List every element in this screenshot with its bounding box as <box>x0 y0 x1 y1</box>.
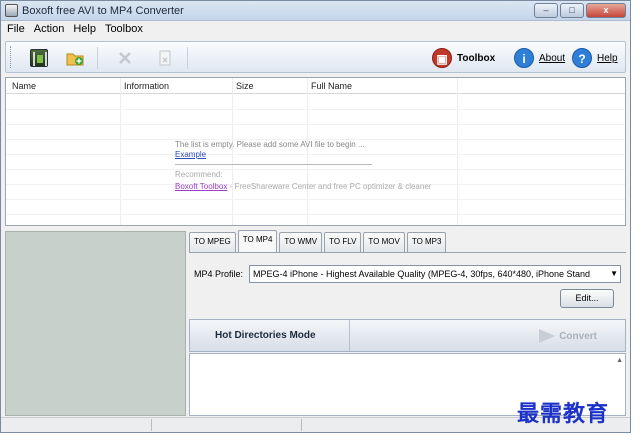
convert-button[interactable]: Convert <box>539 329 597 343</box>
tab-panel-border <box>189 252 626 253</box>
minimize-button[interactable]: – <box>534 3 558 18</box>
remove-icon[interactable] <box>116 49 134 67</box>
convert-arrow-icon <box>539 329 556 343</box>
recommend-text: - FreeShareware Center and free PC optim… <box>229 182 432 191</box>
column-information[interactable]: Information <box>124 81 169 91</box>
example-link[interactable]: Example <box>175 150 206 159</box>
window-controls: – □ x <box>532 3 626 18</box>
status-separator <box>301 419 302 431</box>
recommend-line: Boxoft Toolbox - FreeShareware Center an… <box>175 182 431 191</box>
toolbar-separator <box>187 47 188 69</box>
toolbox-label: Toolbox <box>457 52 496 64</box>
maximize-button[interactable]: □ <box>560 3 584 18</box>
recommend-label: Recommend: <box>175 170 223 179</box>
menu-toolbox[interactable]: Toolbox <box>105 23 143 35</box>
tab-to-mpeg[interactable]: TO MPEG <box>189 232 236 252</box>
hotbar-separator <box>349 320 350 351</box>
app-icon <box>5 4 18 17</box>
clear-list-icon[interactable] <box>156 49 174 67</box>
toolbox-icon: ▣ <box>432 48 452 68</box>
row-divider <box>6 199 625 200</box>
tab-to-mp3[interactable]: TO MP3 <box>406 232 447 252</box>
info-icon: i <box>514 48 534 68</box>
about-button[interactable]: i About <box>514 48 565 68</box>
app-window: Boxoft free AVI to MP4 Converter – □ x F… <box>0 0 631 433</box>
column-divider <box>232 78 233 225</box>
edit-profile-button[interactable]: Edit... <box>560 289 614 308</box>
menu-help[interactable]: Help <box>73 23 96 35</box>
chevron-down-icon[interactable]: ▼ <box>610 266 618 282</box>
help-button[interactable]: ? Help <box>572 48 618 68</box>
tab-to-mp4[interactable]: TO MP4 <box>237 230 278 252</box>
column-name[interactable]: Name <box>12 81 36 91</box>
add-video-icon[interactable] <box>30 49 48 67</box>
message-divider <box>175 164 372 165</box>
row-divider <box>6 109 625 110</box>
row-divider <box>6 154 625 155</box>
about-label: About <box>539 52 566 64</box>
preview-panel <box>5 231 186 416</box>
tab-to-flv[interactable]: TO FLV <box>324 232 362 252</box>
hot-directories-bar: Hot Directories Mode Convert <box>189 319 626 352</box>
profile-select[interactable]: MPEG-4 iPhone - Highest Available Qualit… <box>249 265 621 283</box>
row-divider <box>6 214 625 215</box>
profile-label: MP4 Profile: <box>194 269 244 279</box>
file-list-header: Name Information Size Full Name <box>6 78 625 94</box>
menu-action[interactable]: Action <box>34 23 65 35</box>
row-divider <box>6 169 625 170</box>
close-button[interactable]: x <box>586 3 626 18</box>
help-icon: ? <box>572 48 592 68</box>
column-full-name[interactable]: Full Name <box>311 81 352 91</box>
hot-directories-mode-button[interactable]: Hot Directories Mode <box>215 330 316 341</box>
menu-bar: File Action Help Toolbox <box>1 21 630 37</box>
column-size[interactable]: Size <box>236 81 254 91</box>
tab-to-wmv[interactable]: TO WMV <box>279 232 323 252</box>
tab-to-mov[interactable]: TO MOV <box>363 232 405 252</box>
example-link-wrap: Example <box>175 150 206 159</box>
row-divider <box>6 124 625 125</box>
column-divider <box>457 78 458 225</box>
convert-label: Convert <box>559 330 597 342</box>
format-tabs: TO MPEG TO MP4 TO WMV TO FLV TO MOV TO M… <box>189 230 448 252</box>
empty-list-message: The list is empty. Please add some AVI f… <box>175 140 365 149</box>
toolbar-separator <box>97 47 98 69</box>
profile-selected-value: MPEG-4 iPhone - Highest Available Qualit… <box>253 269 591 279</box>
watermark-text: 最需教育 <box>517 401 610 427</box>
column-divider <box>120 78 121 225</box>
boxoft-toolbox-link[interactable]: Boxoft Toolbox <box>175 182 227 191</box>
title-bar: Boxoft free AVI to MP4 Converter – □ x <box>1 1 630 21</box>
scroll-up-icon[interactable]: ▲ <box>616 357 623 364</box>
file-list[interactable]: Name Information Size Full Name The list… <box>5 77 626 226</box>
column-divider <box>307 78 308 225</box>
window-title: Boxoft free AVI to MP4 Converter <box>22 5 184 17</box>
toolbar-grip[interactable] <box>10 46 13 68</box>
help-label: Help <box>597 52 618 64</box>
menu-file[interactable]: File <box>7 23 25 35</box>
toolbar: ▣ Toolbox i About ? Help <box>5 41 626 73</box>
toolbox-button[interactable]: ▣ Toolbox <box>432 48 495 68</box>
add-folder-icon[interactable] <box>66 49 84 67</box>
status-separator <box>151 419 152 431</box>
